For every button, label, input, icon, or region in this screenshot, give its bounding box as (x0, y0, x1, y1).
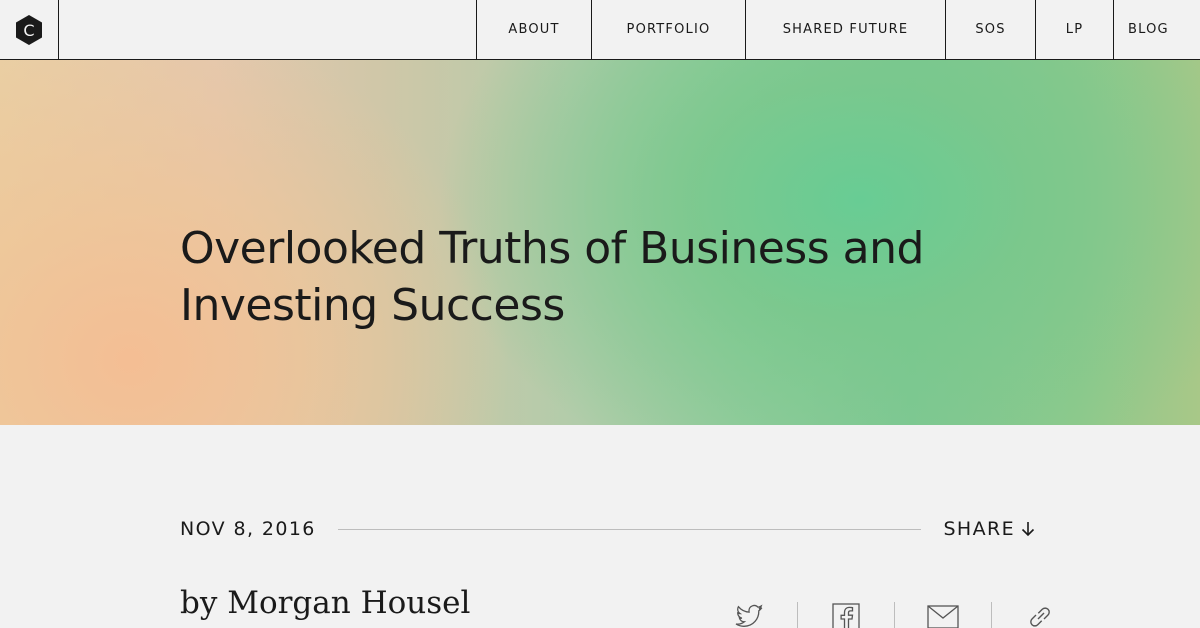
facebook-icon (831, 603, 860, 628)
post-meta-row: NOV 8, 2016 SHARE (180, 514, 1035, 544)
twitter-icon (735, 604, 762, 627)
share-email[interactable] (894, 598, 991, 628)
nav-item-blog[interactable]: BLOG (1113, 0, 1200, 59)
share-facebook[interactable] (797, 598, 894, 628)
hero-banner: Overlooked Truths of Business and Invest… (0, 60, 1200, 425)
site-header: C ABOUT PORTFOLIO SHARED FUTURE SOS LP B… (0, 0, 1200, 60)
nav-item-about[interactable]: ABOUT (476, 0, 591, 59)
page: C ABOUT PORTFOLIO SHARED FUTURE SOS LP B… (0, 0, 1200, 628)
share-twitter[interactable] (700, 598, 797, 628)
share-copy-link[interactable] (991, 598, 1088, 628)
nav-item-shared-future[interactable]: SHARED FUTURE (745, 0, 945, 59)
arrow-down-icon (1021, 522, 1035, 537)
link-icon (1029, 607, 1050, 627)
main-nav: ABOUT PORTFOLIO SHARED FUTURE SOS LP BLO… (476, 0, 1200, 59)
logo-hexagon-icon: C (16, 14, 42, 45)
post-title: Overlooked Truths of Business and Invest… (180, 223, 924, 331)
post-date: NOV 8, 2016 (180, 518, 316, 540)
meta-divider (337, 528, 922, 530)
nav-item-portfolio[interactable]: PORTFOLIO (591, 0, 745, 59)
share-icons (700, 598, 1088, 628)
nav-item-sos[interactable]: SOS (945, 0, 1035, 59)
header-spacer (59, 0, 476, 59)
post-byline: by Morgan Housel (180, 585, 471, 621)
email-icon (926, 605, 959, 628)
nav-item-lp[interactable]: LP (1035, 0, 1113, 59)
logo[interactable]: C (0, 0, 59, 59)
share-button[interactable]: SHARE (943, 518, 1035, 540)
share-label: SHARE (943, 518, 1015, 540)
logo-letter: C (23, 21, 34, 40)
